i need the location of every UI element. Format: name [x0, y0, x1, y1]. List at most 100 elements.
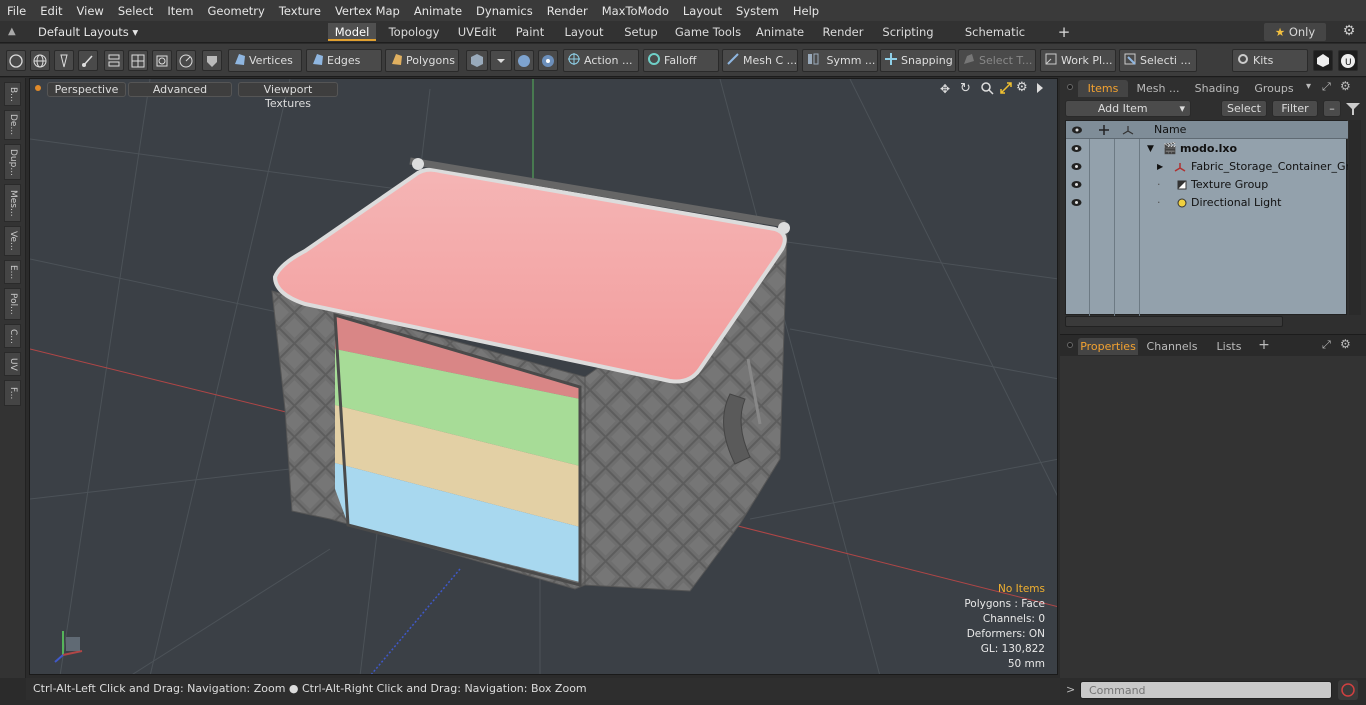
- align-icon[interactable]: [104, 50, 124, 71]
- menu-select[interactable]: Select: [111, 4, 160, 18]
- tab-shading[interactable]: Shading: [1190, 80, 1244, 97]
- layout-menu-icon[interactable]: ▲: [8, 26, 20, 38]
- visibility-eye-icon[interactable]: [1071, 198, 1082, 207]
- tab-setup[interactable]: Setup: [617, 23, 665, 41]
- menu-system[interactable]: System: [729, 4, 786, 18]
- menu-edit[interactable]: Edit: [33, 4, 69, 18]
- box-icon[interactable]: [152, 50, 172, 71]
- side-tab-polygon[interactable]: Pol...: [4, 288, 21, 320]
- pen-icon[interactable]: [54, 50, 74, 71]
- mesh-constraint-button[interactable]: Mesh C ...: [722, 49, 798, 72]
- 3d-viewport[interactable]: Perspective Advanced Viewport Textures ✥…: [29, 78, 1058, 675]
- add-tab-button[interactable]: +: [1054, 23, 1074, 41]
- workplane-button[interactable]: Work Pl...: [1040, 49, 1116, 72]
- tab-paint[interactable]: Paint: [510, 23, 550, 41]
- side-tab-duplicate[interactable]: Dup...: [4, 144, 21, 180]
- tab-topology[interactable]: Topology: [384, 23, 444, 41]
- select-button[interactable]: Select: [1221, 100, 1267, 117]
- side-tab-edge[interactable]: E...: [4, 260, 21, 284]
- shield-icon[interactable]: [202, 50, 222, 71]
- item-list-scrollbar[interactable]: [1349, 120, 1361, 315]
- menu-view[interactable]: View: [70, 4, 111, 18]
- tab-scripting[interactable]: Scripting: [877, 23, 939, 41]
- tab-properties[interactable]: Properties: [1078, 338, 1138, 355]
- tab-schematic-fusion[interactable]: Schematic Fusion: [946, 23, 1044, 57]
- tab-mesh[interactable]: Mesh ...: [1132, 80, 1184, 97]
- command-input[interactable]: [1080, 681, 1332, 699]
- funnel-icon[interactable]: [1345, 102, 1361, 116]
- side-tab-fusion[interactable]: F...: [4, 380, 21, 406]
- list-item[interactable]: · Texture Group: [1066, 176, 1348, 194]
- visibility-eye-icon[interactable]: [1071, 162, 1082, 171]
- menu-vertex-map[interactable]: Vertex Map: [328, 4, 407, 18]
- menu-geometry[interactable]: Geometry: [201, 4, 272, 18]
- list-item[interactable]: ▼ 🎬 modo.lxo: [1066, 140, 1348, 158]
- tab-animate[interactable]: Animate: [751, 23, 809, 41]
- menu-file[interactable]: File: [0, 4, 33, 18]
- tabs-more-icon[interactable]: ▾: [1306, 81, 1316, 93]
- list-item[interactable]: · Directional Light: [1066, 194, 1348, 212]
- pivot-icon[interactable]: [538, 50, 558, 71]
- tab-items[interactable]: Items: [1078, 80, 1128, 97]
- tab-uvedit[interactable]: UVEdit: [451, 23, 503, 41]
- item-mode-icon[interactable]: [466, 50, 488, 71]
- properties-settings-icon[interactable]: ⚙: [1340, 337, 1354, 351]
- globe-icon[interactable]: [30, 50, 50, 71]
- tab-channels[interactable]: Channels: [1144, 338, 1200, 355]
- advanced-dropdown[interactable]: Advanced: [128, 82, 232, 97]
- side-tab-deform[interactable]: De...: [4, 110, 21, 140]
- expand-arrow-icon[interactable]: ▶: [1157, 158, 1163, 176]
- list-item[interactable]: ▶ Fabric_Storage_Container_Gr...: [1066, 158, 1348, 176]
- material-icon[interactable]: [514, 50, 534, 71]
- selection-sets-button[interactable]: Selecti ...: [1119, 49, 1197, 72]
- header-lock-icon[interactable]: [1098, 124, 1110, 136]
- menu-animate[interactable]: Animate: [407, 4, 469, 18]
- menu-help[interactable]: Help: [786, 4, 826, 18]
- add-item-button[interactable]: Add Item ▾: [1065, 100, 1191, 117]
- polygons-button[interactable]: Polygons: [385, 49, 459, 72]
- falloff-button[interactable]: Falloff: [643, 49, 719, 72]
- play-icon[interactable]: [1035, 82, 1045, 94]
- edges-button[interactable]: Edges: [306, 49, 382, 72]
- select-through-button[interactable]: Select T...: [958, 49, 1036, 72]
- only-toggle[interactable]: ★ Only: [1264, 23, 1326, 41]
- visibility-eye-icon[interactable]: [1071, 180, 1082, 189]
- menu-maxtomodo[interactable]: MaxToModo: [595, 4, 676, 18]
- viewport-settings-icon[interactable]: ⚙: [1016, 80, 1030, 95]
- tab-game-tools[interactable]: Game Tools: [672, 23, 744, 41]
- layout-selector[interactable]: Default Layouts ▾: [38, 24, 138, 40]
- symmetry-button[interactable]: Symm ...: [802, 49, 878, 72]
- gear-icon[interactable]: ⚙: [1340, 23, 1358, 41]
- action-center-button[interactable]: Action ...: [563, 49, 639, 72]
- header-axis-icon[interactable]: [1122, 124, 1134, 136]
- filter-button[interactable]: Filter: [1272, 100, 1318, 117]
- side-tab-curve[interactable]: C...: [4, 324, 21, 348]
- panel-settings-icon[interactable]: ⚙: [1340, 79, 1354, 93]
- menu-texture[interactable]: Texture: [272, 4, 328, 18]
- add-panel-tab-button[interactable]: +: [1256, 337, 1272, 354]
- side-tab-basic[interactable]: B...: [4, 82, 21, 106]
- move-view-icon[interactable]: ✥: [940, 82, 954, 96]
- unreal-icon[interactable]: U: [1338, 50, 1358, 71]
- menu-render[interactable]: Render: [540, 4, 595, 18]
- record-button[interactable]: [1338, 680, 1358, 700]
- horizontal-scrollbar[interactable]: [1065, 316, 1283, 327]
- chevron-down-icon[interactable]: [490, 50, 512, 71]
- tab-model[interactable]: Model: [328, 23, 376, 41]
- unity-icon[interactable]: [1313, 50, 1333, 71]
- perspective-dropdown[interactable]: Perspective: [47, 82, 126, 97]
- circle-select-icon[interactable]: [6, 50, 26, 71]
- brush-icon[interactable]: [78, 50, 98, 71]
- tab-render[interactable]: Render: [816, 23, 870, 41]
- grid-icon[interactable]: [128, 50, 148, 71]
- menu-item[interactable]: Item: [160, 4, 200, 18]
- expand-panel-icon[interactable]: ⤢: [1322, 80, 1336, 94]
- name-column-header[interactable]: Name: [1154, 121, 1186, 139]
- menu-layout[interactable]: Layout: [676, 4, 729, 18]
- viewport-textures-dropdown[interactable]: Viewport Textures: [238, 82, 338, 110]
- tab-layout[interactable]: Layout: [558, 23, 610, 41]
- side-tab-mesh-edit[interactable]: Mes...: [4, 184, 21, 222]
- kits-button[interactable]: Kits: [1232, 49, 1308, 72]
- collapse-icon[interactable]: –: [1323, 100, 1341, 117]
- rotate-view-icon[interactable]: ↻: [960, 81, 974, 96]
